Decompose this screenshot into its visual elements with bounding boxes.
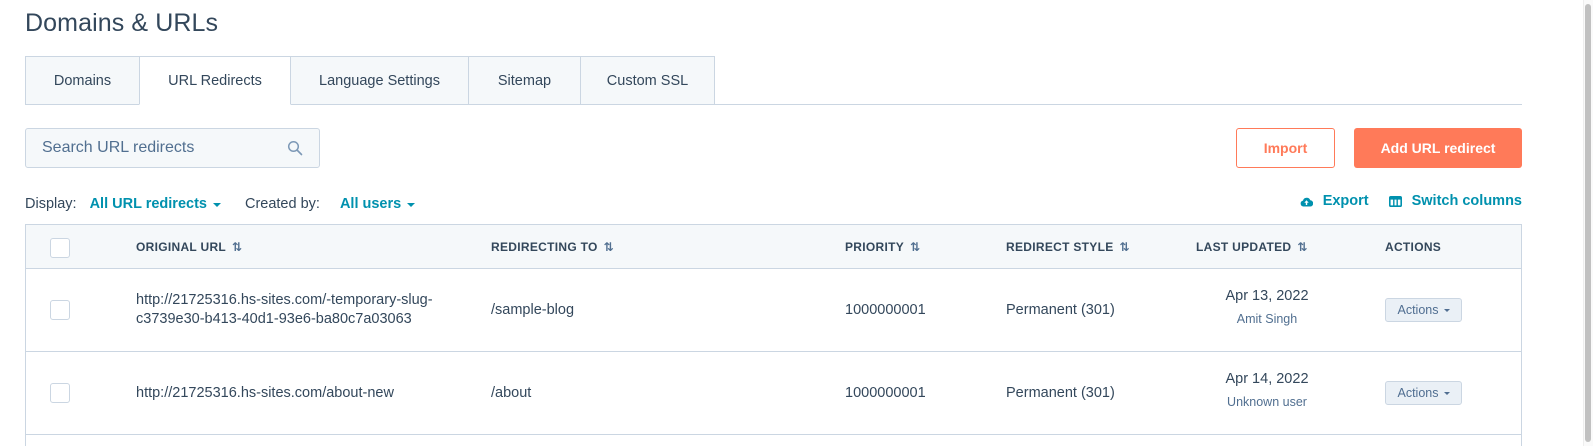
column-header-label: REDIRECTING TO: [491, 240, 598, 254]
original-url-line: c3739e30-b413-40d1-93e6-ba80c7a03063: [136, 311, 412, 327]
add-url-redirect-button[interactable]: Add URL redirect: [1354, 128, 1522, 168]
table-row: http://21725316.hs-sites.com/-temporary-…: [26, 269, 1521, 352]
sort-icon[interactable]: ⇅: [604, 240, 614, 254]
table-tools: Export Switch columns: [1300, 193, 1522, 209]
updated-date: Apr 14, 2022: [1225, 371, 1309, 387]
created-by-label: Created by:: [244, 196, 320, 212]
switch-columns-label: Switch columns: [1411, 193, 1522, 209]
last-updated-cell: Apr 13, 2022 Amit Singh: [1196, 288, 1338, 326]
search-box: [25, 128, 320, 168]
redirect-style-cell: Permanent (301): [1006, 385, 1115, 401]
tab-sitemap[interactable]: Sitemap: [468, 56, 581, 105]
column-header-label: LAST UPDATED: [1196, 240, 1292, 254]
column-header-label: PRIORITY: [845, 240, 905, 254]
original-url-line: http://21725316.hs-sites.com/about-new: [136, 385, 394, 401]
column-header-redirect-style[interactable]: REDIRECT STYLE ⇅: [1006, 225, 1130, 269]
column-header-actions: ACTIONS: [1385, 225, 1441, 269]
redirect-style-cell: Permanent (301): [1006, 302, 1115, 318]
page-title: Domains & URLs: [25, 9, 219, 37]
table-row-partial: [26, 435, 1521, 446]
column-header-redirecting-to[interactable]: REDIRECTING TO ⇅: [491, 225, 614, 269]
row-actions-label: Actions: [1397, 386, 1439, 400]
import-button[interactable]: Import: [1236, 128, 1335, 168]
caret-down-icon: [212, 203, 221, 207]
cloud-upload-icon: [1300, 197, 1313, 207]
table-header: ORIGINAL URL ⇅ REDIRECTING TO ⇅ PRIORITY ⇅ …: [26, 225, 1521, 269]
tab-language-settings[interactable]: Language Settings: [290, 56, 469, 105]
tab-bar: Domains URL Redirects Language Settings …: [25, 56, 715, 105]
search-input[interactable]: [42, 139, 282, 157]
tab-domains[interactable]: Domains: [25, 56, 140, 105]
vertical-scrollbar[interactable]: [1583, 0, 1593, 446]
columns-icon: [1388, 195, 1402, 207]
row-checkbox[interactable]: [50, 383, 70, 403]
updated-by-user: Unknown user: [1227, 395, 1307, 409]
original-url-cell: http://21725316.hs-sites.com/about-new: [136, 384, 394, 403]
column-header-label: REDIRECT STYLE: [1006, 240, 1114, 254]
redirecting-to-cell: /about: [491, 385, 532, 401]
caret-down-icon: [407, 203, 416, 207]
column-header-last-updated[interactable]: LAST UPDATED ⇅: [1196, 225, 1308, 269]
column-header-priority[interactable]: PRIORITY ⇅: [845, 225, 920, 269]
tab-custom-ssl[interactable]: Custom SSL: [580, 56, 715, 105]
search-icon[interactable]: [287, 140, 303, 156]
created-by-dropdown[interactable]: All users: [339, 196, 416, 212]
column-header-original-url[interactable]: ORIGINAL URL ⇅: [136, 225, 242, 269]
filter-bar: Display: All URL redirects Created by: A…: [25, 194, 416, 214]
row-checkbox[interactable]: [50, 300, 70, 320]
column-header-label: ORIGINAL URL: [136, 240, 227, 254]
sort-icon[interactable]: ⇅: [910, 240, 920, 254]
switch-columns-link[interactable]: Switch columns: [1388, 193, 1522, 209]
caret-down-icon: [1443, 391, 1450, 395]
tab-url-redirects[interactable]: URL Redirects: [139, 56, 291, 105]
select-all-checkbox[interactable]: [50, 238, 70, 258]
priority-cell: 1000000001: [845, 385, 926, 401]
display-dropdown[interactable]: All URL redirects: [90, 196, 221, 212]
redirecting-to-cell: /sample-blog: [491, 302, 575, 318]
created-by-dropdown-value: All users: [339, 196, 402, 212]
row-actions-label: Actions: [1397, 303, 1439, 317]
updated-by-user: Amit Singh: [1236, 312, 1298, 326]
export-label: Export: [1322, 193, 1369, 209]
scrollbar-thumb[interactable]: [1585, 4, 1591, 442]
row-actions-button[interactable]: Actions: [1385, 381, 1462, 405]
sort-icon[interactable]: ⇅: [1120, 240, 1130, 254]
priority-cell: 1000000001: [845, 302, 926, 318]
column-header-label: ACTIONS: [1385, 240, 1442, 254]
caret-down-icon: [1443, 308, 1450, 312]
display-label: Display:: [25, 196, 77, 212]
sort-icon[interactable]: ⇅: [1297, 240, 1307, 254]
original-url-cell: http://21725316.hs-sites.com/-temporary-…: [136, 291, 433, 329]
row-actions-button[interactable]: Actions: [1385, 298, 1462, 322]
table-row: http://21725316.hs-sites.com/about-new /…: [26, 352, 1521, 435]
display-dropdown-value: All URL redirects: [89, 196, 207, 212]
redirects-table: ORIGINAL URL ⇅ REDIRECTING TO ⇅ PRIORITY ⇅ …: [25, 224, 1522, 446]
original-url-line: http://21725316.hs-sites.com/-temporary-…: [136, 292, 433, 308]
updated-date: Apr 13, 2022: [1225, 288, 1309, 304]
last-updated-cell: Apr 14, 2022 Unknown user: [1196, 371, 1338, 409]
export-link[interactable]: Export: [1300, 193, 1369, 209]
sort-icon[interactable]: ⇅: [232, 240, 242, 254]
